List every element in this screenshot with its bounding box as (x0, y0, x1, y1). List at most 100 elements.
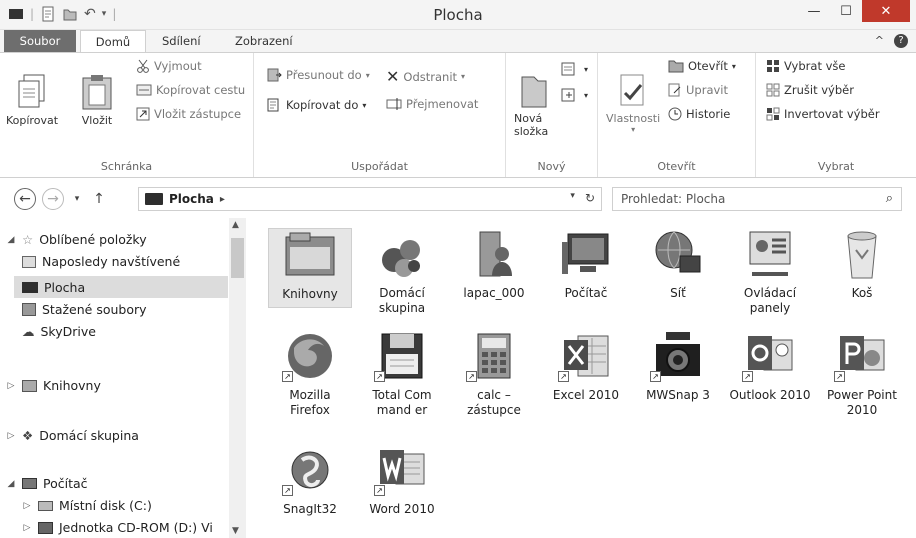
file-item-user-folder[interactable]: lapac_000 (452, 228, 536, 301)
new-group-label: Nový (537, 160, 566, 173)
collapsed-arrow-icon[interactable]: ▷ (6, 381, 16, 391)
open-group-label: Otevřít (657, 160, 696, 173)
rename-button[interactable]: Přejmenovat (386, 97, 478, 111)
file-item-libraries[interactable]: Knihovny (268, 228, 352, 308)
refresh-icon[interactable]: ↻ (585, 191, 595, 205)
expanded-arrow-icon[interactable]: ◢ (6, 479, 16, 489)
file-item-recycle-bin[interactable]: Koš (820, 228, 904, 301)
paste-shortcut-button[interactable]: Vložit zástupce (136, 107, 241, 121)
paste-button[interactable]: Vložit (80, 73, 114, 127)
easy-access-button[interactable]: ▾ (560, 87, 588, 103)
minimize-button[interactable]: — (800, 0, 828, 22)
clipboard-group: Kopírovat Vložit Vyjmout Kopírovat cestu… (0, 53, 254, 177)
collapsed-arrow-icon[interactable]: ▷ (22, 501, 32, 511)
nav-scrollbar[interactable]: ▲ ▼ (229, 218, 246, 538)
collapsed-arrow-icon[interactable]: ▷ (6, 431, 16, 441)
search-placeholder: Prohledat: Plocha (621, 192, 726, 206)
nav-downloads[interactable]: Stažené soubory (22, 302, 147, 317)
select-all-icon (767, 60, 779, 72)
collapsed-arrow-icon[interactable]: ▷ (22, 523, 32, 533)
delete-icon: ✕ (386, 67, 400, 86)
file-item-excel[interactable]: ↗ Excel 2010 (544, 330, 628, 403)
copy-icon (18, 74, 45, 108)
file-item-outlook[interactable]: ↗ Outlook 2010 (728, 330, 812, 403)
address-location[interactable]: Plocha (169, 192, 214, 206)
rename-icon (386, 98, 402, 110)
scroll-down-icon[interactable]: ▼ (232, 526, 239, 536)
tab-home[interactable]: Domů (80, 30, 146, 53)
open-button[interactable]: Otevřít ▾ (668, 59, 736, 73)
downloads-folder-icon (22, 303, 36, 316)
file-item-computer[interactable]: Počítač (544, 228, 628, 301)
camera-icon: ↗ (650, 330, 706, 382)
file-item-total-commander[interactable]: ↗ Total Command er (360, 330, 444, 418)
shortcut-arrow-icon: ↗ (650, 371, 661, 382)
nav-local-disk[interactable]: ▷ Místní disk (C:) (22, 498, 152, 513)
new-folder-button[interactable]: Nová složka (514, 73, 554, 138)
search-icon[interactable]: ⌕ (886, 191, 893, 206)
file-item-homegroup[interactable]: Domácí skupina (360, 228, 444, 316)
nav-homegroup[interactable]: ▷ ❖ Domácí skupina (6, 428, 139, 443)
scroll-thumb[interactable] (231, 238, 244, 278)
nav-recent[interactable]: Naposledy navštívené (22, 254, 180, 269)
expanded-arrow-icon[interactable]: ◢ (6, 235, 16, 245)
copy-path-button[interactable]: Kopírovat cestu (136, 83, 245, 97)
delete-button[interactable]: ✕ Odstranit ▾ (386, 67, 465, 86)
address-dropdown-icon[interactable]: ▾ (570, 191, 575, 205)
file-item-firefox[interactable]: ↗ Mozilla Firefox (268, 330, 352, 418)
desktop-icon (22, 281, 38, 293)
copy-button[interactable]: Kopírovat (6, 73, 58, 127)
file-item-mwsnap[interactable]: ↗ MWSnap 3 (636, 330, 720, 403)
chevron-up-icon[interactable]: ^ (875, 34, 884, 48)
file-item-calc[interactable]: ↗ calc – zástupce (452, 330, 536, 418)
up-button[interactable]: ↑ (88, 188, 110, 210)
recycle-bin-icon (834, 228, 890, 280)
cut-button[interactable]: Vyjmout (136, 59, 202, 73)
new-group: Nová složka ▾ ▾ Nový (506, 53, 598, 177)
select-all-button[interactable]: Vybrat vše (766, 59, 845, 73)
history-button[interactable]: Historie (668, 107, 730, 121)
nav-computer[interactable]: ◢ Počítač (6, 476, 88, 491)
shortcut-icon (136, 107, 150, 121)
maximize-button[interactable]: ☐ (832, 0, 860, 22)
navigation-pane: ◢ ☆ Oblíbené položky Naposledy navštíven… (0, 218, 252, 538)
nav-skydrive[interactable]: ☁ SkyDrive (22, 324, 96, 339)
outlook-icon: ↗ (742, 330, 798, 382)
invert-selection-button[interactable]: Invertovat výběr (766, 107, 880, 121)
address-box[interactable]: Plocha ▸ ▾ ↻ (138, 187, 602, 211)
select-none-button[interactable]: Zrušit výběr (766, 83, 854, 97)
control-panel-icon (742, 228, 798, 280)
tab-view[interactable]: Zobrazení (225, 30, 303, 52)
back-button[interactable]: ← (14, 188, 36, 210)
file-item-network[interactable]: Síť (636, 228, 720, 301)
tab-share[interactable]: Sdílení (152, 30, 211, 52)
chevron-right-icon[interactable]: ▸ (220, 194, 225, 205)
title-bar: | ↶ ▾ | Plocha — ☐ ✕ (0, 0, 916, 30)
file-item-powerpoint[interactable]: ↗ Power Point 2010 (820, 330, 904, 418)
new-item-button[interactable]: ▾ (560, 61, 588, 77)
address-bar-row: ← → ▾ ↑ Plocha ▸ ▾ ↻ Prohledat: Plocha ⌕ (0, 182, 916, 216)
recent-locations-button[interactable]: ▾ (66, 188, 88, 210)
nav-cdrom[interactable]: ▷ Jednotka CD-ROM (D:) Vi (22, 520, 213, 535)
move-to-button[interactable]: Přesunout do ▾ (266, 67, 370, 83)
search-box[interactable]: Prohledat: Plocha ⌕ (612, 187, 902, 211)
scroll-up-icon[interactable]: ▲ (232, 220, 239, 230)
network-globe-icon (650, 228, 706, 280)
nav-libraries[interactable]: ▷ Knihovny (6, 378, 101, 393)
nav-favorites[interactable]: ◢ ☆ Oblíbené položky (6, 232, 147, 247)
edit-button[interactable]: Upravit (668, 83, 728, 97)
invert-selection-icon (766, 107, 780, 121)
close-button[interactable]: ✕ (862, 0, 910, 22)
copy-to-button[interactable]: Kopírovat do ▾ (266, 97, 366, 113)
shortcut-arrow-icon: ↗ (282, 485, 293, 496)
tab-file[interactable]: Soubor (4, 30, 76, 52)
shortcut-arrow-icon: ↗ (558, 371, 569, 382)
file-item-word[interactable]: ↗ Word 2010 (360, 444, 444, 517)
homegroup-spheres-icon (374, 228, 430, 280)
help-icon[interactable]: ? (894, 34, 908, 48)
nav-desktop[interactable]: Plocha (14, 276, 228, 298)
properties-button[interactable]: Vlastnosti ▾ (606, 73, 660, 134)
file-item-snagit[interactable]: ↗ SnagIt32 (268, 444, 352, 517)
file-item-control-panel[interactable]: Ovládací panely (728, 228, 812, 316)
forward-button[interactable]: → (42, 188, 64, 210)
